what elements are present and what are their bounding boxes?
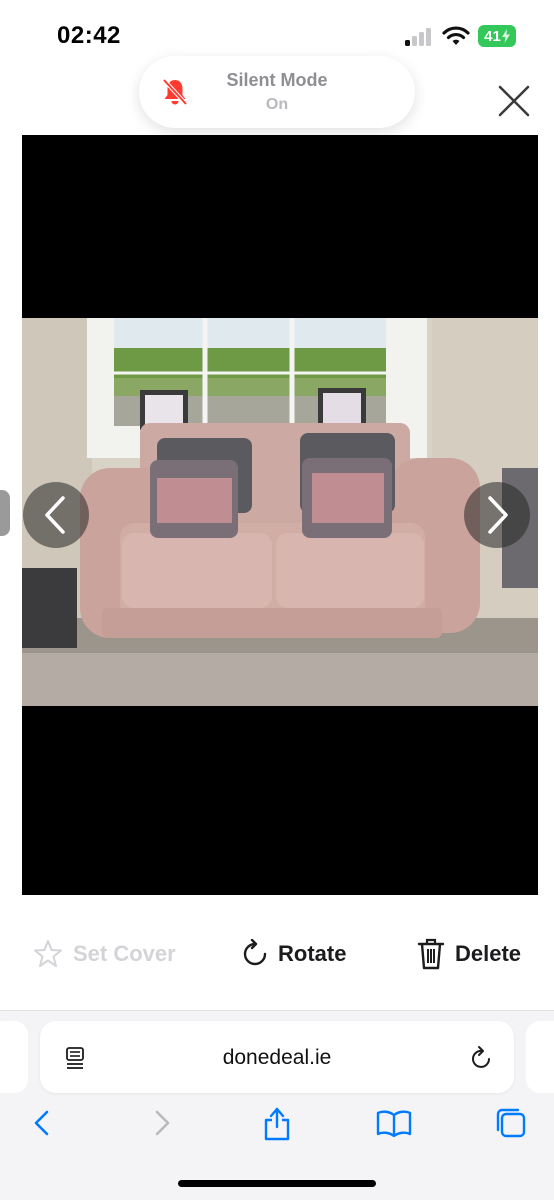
next-tab-peek[interactable] [526, 1021, 554, 1093]
share-icon [264, 1107, 290, 1141]
silent-mode-notification: Silent Mode On [139, 56, 415, 128]
listing-photo [22, 318, 538, 706]
address-bar[interactable]: donedeal.ie [40, 1021, 514, 1093]
cellular-signal-icon [405, 28, 433, 46]
set-cover-label: Set Cover [73, 941, 176, 966]
back-button[interactable] [22, 1103, 62, 1143]
rotate-button[interactable]: Rotate [242, 937, 346, 971]
previous-photo-peek[interactable] [0, 490, 10, 536]
browser-toolbar: donedeal.ie [0, 1011, 554, 1200]
url-text: donedeal.ie [222, 1046, 332, 1069]
star-icon [34, 940, 62, 967]
rotate-label: Rotate [278, 941, 347, 966]
rotate-icon [243, 939, 267, 966]
bookmarks-button[interactable] [374, 1103, 414, 1143]
battery-percent: 41 [484, 27, 501, 45]
tabs-button[interactable] [491, 1103, 531, 1143]
photo-action-bar: Set Cover Rotate Delete [0, 895, 554, 1011]
delete-button[interactable]: Delete [417, 937, 521, 971]
forward-button[interactable] [142, 1103, 182, 1143]
delete-label: Delete [455, 941, 522, 966]
previous-photo-button[interactable] [23, 482, 89, 548]
photo-viewer[interactable] [22, 135, 538, 895]
silent-mode-state: On [265, 96, 289, 113]
close-icon[interactable] [496, 83, 532, 119]
charging-bolt-icon [501, 29, 510, 43]
share-button[interactable] [257, 1103, 297, 1143]
trash-icon [417, 938, 445, 970]
back-icon [34, 1110, 49, 1136]
silent-mode-title: Silent Mode [226, 70, 328, 90]
set-cover-button[interactable]: Set Cover [33, 937, 176, 971]
forward-icon [155, 1110, 170, 1136]
status-time: 02:42 [57, 22, 121, 49]
battery-indicator: 41 [478, 25, 516, 47]
reload-icon[interactable] [470, 1045, 494, 1071]
previous-tab-peek[interactable] [0, 1021, 28, 1093]
wifi-icon [442, 26, 470, 45]
chevron-left-icon [45, 496, 65, 534]
bookmarks-icon [376, 1110, 412, 1137]
tabs-icon [496, 1108, 526, 1138]
chevron-right-icon [488, 496, 508, 534]
home-indicator[interactable] [178, 1180, 376, 1187]
next-photo-button[interactable] [464, 482, 530, 548]
